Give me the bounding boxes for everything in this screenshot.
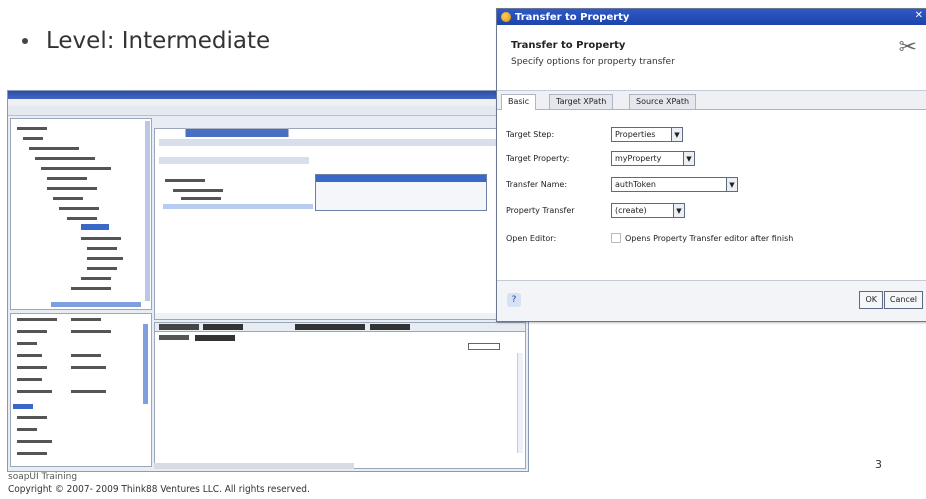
tree-scrollbar[interactable] (145, 121, 150, 301)
checkbox-box[interactable] (611, 233, 621, 243)
dialog-footer: ? OK Cancel (497, 280, 926, 321)
dialog-form: Target Step: Properties ▼ Target Propert… (497, 110, 926, 285)
field-open-editor: Open Editor: Opens Property Transfer edi… (506, 233, 793, 243)
slide-bullet: Level: Intermediate (22, 28, 270, 54)
field-target-step: Target Step: Properties ▼ (506, 127, 683, 142)
log-tab-3[interactable] (295, 324, 365, 330)
main-window-titlebar (8, 91, 528, 99)
main-window-menubar (8, 99, 528, 106)
open-editor-checkbox-label: Opens Property Transfer editor after fin… (625, 233, 794, 243)
transfer-to-property-dialog: Transfer to Property ✕ Transfer to Prope… (496, 8, 926, 322)
bullet-dot (22, 38, 28, 44)
editor-toolbar (159, 139, 499, 146)
dialog-header: Transfer to Property Specify options for… (497, 25, 926, 91)
chevron-down-icon: ▼ (683, 152, 694, 165)
tab-source-xpath[interactable]: Source XPath (629, 94, 697, 109)
bullet-text: Level: Intermediate (46, 28, 271, 54)
main-window-toolbar (8, 106, 528, 116)
properties-scrollbar[interactable] (143, 324, 148, 404)
editor-popup (315, 174, 487, 211)
property-transfer-select[interactable]: (create) ▼ (611, 203, 685, 218)
cancel-button[interactable]: Cancel (883, 291, 923, 309)
soapui-icon (501, 12, 511, 22)
log-field[interactable] (468, 343, 500, 350)
dialog-tabbar: Basic Target XPath Source XPath (497, 91, 926, 110)
page-number: 3 (875, 458, 882, 471)
target-step-select[interactable]: Properties ▼ (611, 127, 683, 142)
log-tab-4[interactable] (370, 324, 410, 330)
target-step-label: Target Step: (506, 130, 555, 139)
project-tree (10, 118, 152, 310)
editor-panel (154, 128, 526, 320)
property-transfer-label: Property Transfer (506, 206, 575, 215)
tab-basic[interactable]: Basic (501, 94, 537, 110)
chevron-down-icon: ▼ (673, 204, 684, 217)
open-editor-label: Open Editor: (506, 233, 557, 243)
editor-selected-row (163, 204, 313, 209)
editor-subtoolbar (159, 157, 309, 164)
tree-hscrollbar[interactable] (51, 302, 141, 307)
transfer-name-label: Transfer Name: (506, 180, 568, 189)
help-icon[interactable]: ? (507, 293, 521, 307)
editor-tab[interactable] (185, 128, 289, 137)
log-subitem-2 (195, 335, 235, 341)
tree-selected-node (81, 224, 109, 230)
field-property-transfer: Property Transfer (create) ▼ (506, 203, 685, 218)
header-subtitle: Specify options for property transfer (511, 57, 675, 67)
close-icon[interactable]: ✕ (915, 10, 923, 21)
target-property-select[interactable]: myProperty ▼ (611, 151, 695, 166)
soapui-main-window (7, 90, 529, 472)
properties-selected-row (13, 404, 33, 409)
tab-target-xpath[interactable]: Target XPath (549, 94, 614, 109)
open-editor-checkbox[interactable]: Opens Property Transfer editor after fin… (611, 233, 793, 243)
dialog-titlebar: Transfer to Property ✕ (497, 9, 926, 25)
log-tab-1[interactable] (159, 324, 199, 330)
tools-icon: ✂ (898, 35, 917, 60)
log-subitem (159, 335, 189, 340)
log-panel (154, 322, 526, 469)
transfer-name-select[interactable]: authToken ▼ (611, 177, 738, 192)
ok-button[interactable]: OK (859, 291, 883, 309)
footer-training: soapUI Training (8, 472, 78, 482)
properties-panel (10, 313, 152, 467)
editor-hscrollbar[interactable] (155, 313, 525, 319)
chevron-down-icon: ▼ (726, 178, 737, 191)
status-bar (154, 463, 354, 469)
log-scrollbar[interactable] (517, 353, 523, 453)
field-transfer-name: Transfer Name: authToken ▼ (506, 177, 738, 192)
chevron-down-icon: ▼ (671, 128, 682, 141)
footer-copyright: Copyright © 2007- 2009 Think88 Ventures … (8, 484, 310, 495)
header-title: Transfer to Property (511, 40, 626, 51)
target-property-label: Target Property: (506, 154, 570, 163)
dialog-title: Transfer to Property (515, 11, 630, 23)
field-target-property: Target Property: myProperty ▼ (506, 151, 695, 166)
log-tab-2[interactable] (203, 324, 243, 330)
